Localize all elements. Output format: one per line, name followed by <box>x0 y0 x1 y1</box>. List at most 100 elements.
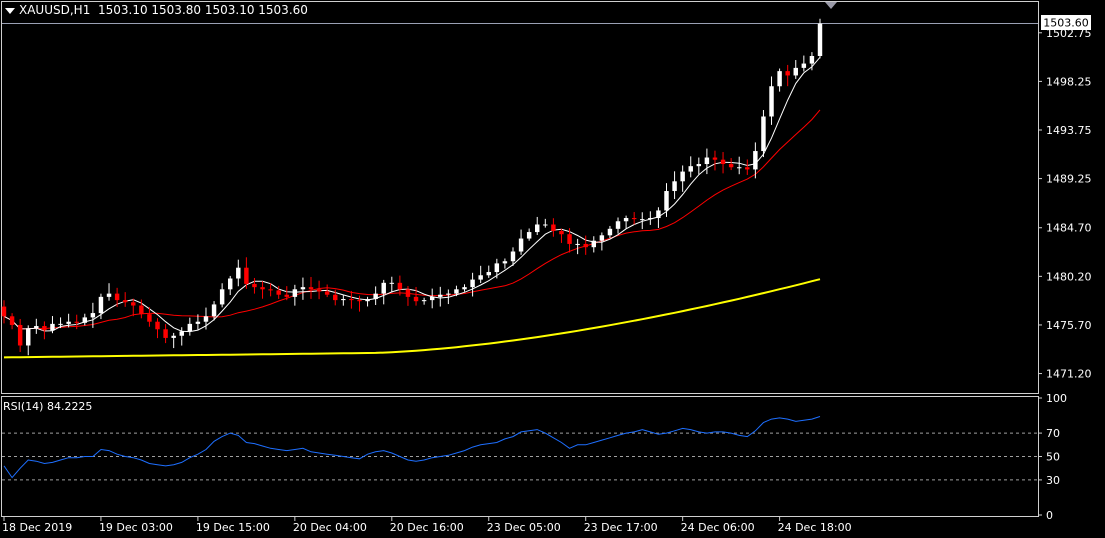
candle-body <box>74 321 79 323</box>
price-tick-label: 1493.75 <box>1046 124 1092 137</box>
time-tick-label: 18 Dec 2019 <box>2 521 72 534</box>
candle-body <box>308 287 314 290</box>
candle-body <box>438 294 443 297</box>
candle-body <box>454 289 459 294</box>
candle-body <box>357 300 362 302</box>
candle-body <box>769 86 774 117</box>
candle-body <box>543 224 548 226</box>
candle-body <box>696 164 702 167</box>
time-tick-label: 20 Dec 16:00 <box>390 521 464 534</box>
candle-body <box>203 316 209 322</box>
candle-body <box>551 224 556 231</box>
candle-body <box>607 228 613 236</box>
candle-body <box>656 210 661 219</box>
candle-body <box>777 71 782 87</box>
candle-body <box>793 67 798 76</box>
chart-window[interactable]: 1502.751498.251493.751489.251484.701480.… <box>0 0 1105 538</box>
candle-body <box>252 283 257 288</box>
time-tick-label: 23 Dec 05:00 <box>487 521 561 534</box>
candle-body <box>704 157 710 165</box>
candle-body <box>155 321 160 330</box>
candle-body <box>672 181 677 192</box>
symbol-timeframe: XAUUSD,H1 <box>19 3 91 17</box>
candle-body <box>809 56 815 64</box>
candle-body <box>446 293 451 295</box>
rsi-tick-label: 100 <box>1046 392 1067 405</box>
candle-body <box>599 235 605 241</box>
candle-body <box>122 300 128 303</box>
candle-body <box>42 326 47 331</box>
candle-body <box>470 279 475 288</box>
time-tick-label: 20 Dec 04:00 <box>293 521 367 534</box>
candle-body <box>131 302 136 306</box>
candle-body <box>171 335 176 338</box>
candle-body <box>139 305 144 315</box>
candle-body <box>26 328 31 346</box>
time-tick-label: 24 Dec 06:00 <box>681 521 755 534</box>
candle-body <box>147 314 152 322</box>
candle-body <box>421 300 427 302</box>
candle-body <box>494 263 500 273</box>
candle-body <box>559 230 564 235</box>
candle-body <box>260 287 265 290</box>
candle-body <box>268 289 273 291</box>
candle-body <box>90 313 96 318</box>
chart-header: XAUUSD,H1 1503.10 1503.80 1503.10 1503.6… <box>0 3 308 19</box>
candle-body <box>785 71 790 76</box>
candle-body <box>333 294 338 301</box>
candle-body <box>106 293 112 297</box>
candle-body <box>518 238 524 252</box>
candle-body <box>801 63 807 68</box>
time-tick-label: 23 Dec 17:00 <box>584 521 658 534</box>
candle-body <box>591 240 597 248</box>
ohlc-values: 1503.10 1503.80 1503.10 1503.60 <box>97 3 308 17</box>
candle-body <box>316 289 322 292</box>
candle-body <box>478 275 483 280</box>
candle-body <box>82 317 88 323</box>
candle-body <box>187 323 193 332</box>
candle-body <box>664 191 669 211</box>
candle-body <box>486 272 491 276</box>
candle-body <box>66 321 71 324</box>
candle-body <box>381 282 386 294</box>
candle-body <box>195 321 201 324</box>
candle-body <box>219 289 225 305</box>
candle-body <box>405 289 411 297</box>
candle-body <box>276 290 281 295</box>
candle-body <box>292 289 298 297</box>
candle-body <box>623 218 629 222</box>
time-tick-label: 24 Dec 18:00 <box>778 521 852 534</box>
candle-body <box>502 261 508 264</box>
candle-body <box>244 267 249 284</box>
candle-body <box>211 304 217 317</box>
candle <box>761 109 766 158</box>
candle-body <box>17 324 23 346</box>
candle-body <box>526 232 532 239</box>
candle-body <box>761 116 766 152</box>
candle-body <box>753 151 758 170</box>
rsi-tick-label: 70 <box>1046 427 1060 440</box>
candle-body <box>583 243 588 248</box>
candle-body <box>236 267 241 279</box>
candle-body <box>736 167 742 169</box>
rsi-title: RSI(14) 84.2225 <box>3 400 93 413</box>
dropdown-triangle-icon[interactable] <box>5 7 15 14</box>
candle-body <box>349 299 354 301</box>
price-tick-label: 1475.70 <box>1046 319 1092 332</box>
candle-body <box>413 296 419 302</box>
candle-body <box>300 287 306 290</box>
candle-body <box>1 306 7 317</box>
price-tick-label: 1484.70 <box>1046 222 1092 235</box>
candle-body <box>575 243 580 245</box>
candle-body <box>50 323 55 331</box>
candle-body <box>389 282 395 284</box>
candle <box>817 18 823 59</box>
time-tick-label: 19 Dec 15:00 <box>196 521 270 534</box>
candle-body <box>324 291 330 295</box>
price-tick-label: 1471.20 <box>1046 368 1092 381</box>
candle-body <box>114 293 120 301</box>
price-tick-label: 1498.25 <box>1046 75 1092 88</box>
candle-body <box>9 316 15 325</box>
candle-body <box>227 278 233 290</box>
price-tag-label: 1503.60 <box>1043 17 1089 30</box>
